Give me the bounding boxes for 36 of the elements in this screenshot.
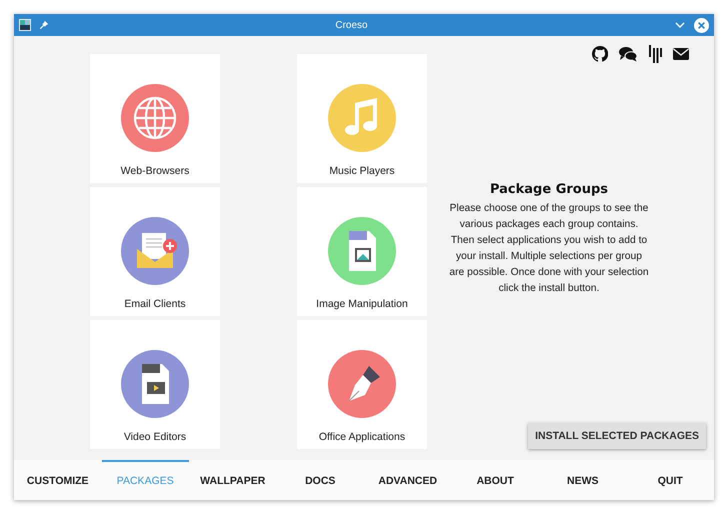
package-group-card[interactable]: Office Applications: [297, 320, 427, 449]
app-icon: [19, 19, 31, 31]
group-label: Image Manipulation: [316, 298, 408, 310]
package-group-card[interactable]: Web-Browsers: [90, 54, 220, 183]
tab[interactable]: ABOUT: [452, 460, 539, 500]
tab[interactable]: WALLPAPER: [189, 460, 276, 500]
video-file-icon: [120, 349, 190, 419]
pen-nib-icon: [327, 349, 397, 419]
package-group-card[interactable]: Image Manipulation: [297, 187, 427, 316]
pin-icon[interactable]: [39, 20, 49, 30]
group-label: Music Players: [329, 165, 395, 177]
info-text: Please choose one of the groups to see the various packages each group contains. Then select applications you wish to add to your install. Multiple selections per group are possible. Once done with your selection click the install button.: [449, 202, 649, 296]
tab[interactable]: DOCS: [276, 460, 364, 500]
group-label: Web-Browsers: [120, 165, 190, 177]
package-group-card[interactable]: Video Editors: [90, 320, 220, 449]
install-button[interactable]: INSTALL SELECTED PACKAGES: [528, 423, 706, 449]
music-note-icon: [327, 83, 397, 153]
group-label: Video Editors: [124, 431, 186, 443]
envelope-icon: [120, 216, 190, 286]
info-title: Package Groups: [488, 182, 610, 197]
group-label: Office Applications: [318, 431, 406, 443]
package-group-card[interactable]: Email Clients: [90, 187, 220, 316]
mail-icon[interactable]: [673, 48, 689, 60]
globe-icon: [120, 83, 190, 153]
window-title: Croeso: [334, 20, 369, 30]
package-group-card[interactable]: Music Players: [297, 54, 427, 183]
tab[interactable]: NEWS: [539, 460, 626, 500]
chat-icon[interactable]: [619, 46, 637, 62]
tab[interactable]: QUIT: [626, 460, 714, 500]
bars-icon[interactable]: [648, 45, 662, 63]
tab[interactable]: CUSTOMIZE: [14, 460, 102, 500]
image-file-icon: [327, 216, 397, 286]
tab[interactable]: ADVANCED: [364, 460, 452, 500]
group-label: Email Clients: [124, 298, 186, 310]
close-icon[interactable]: [694, 18, 709, 32]
cat-icon[interactable]: [592, 46, 608, 62]
